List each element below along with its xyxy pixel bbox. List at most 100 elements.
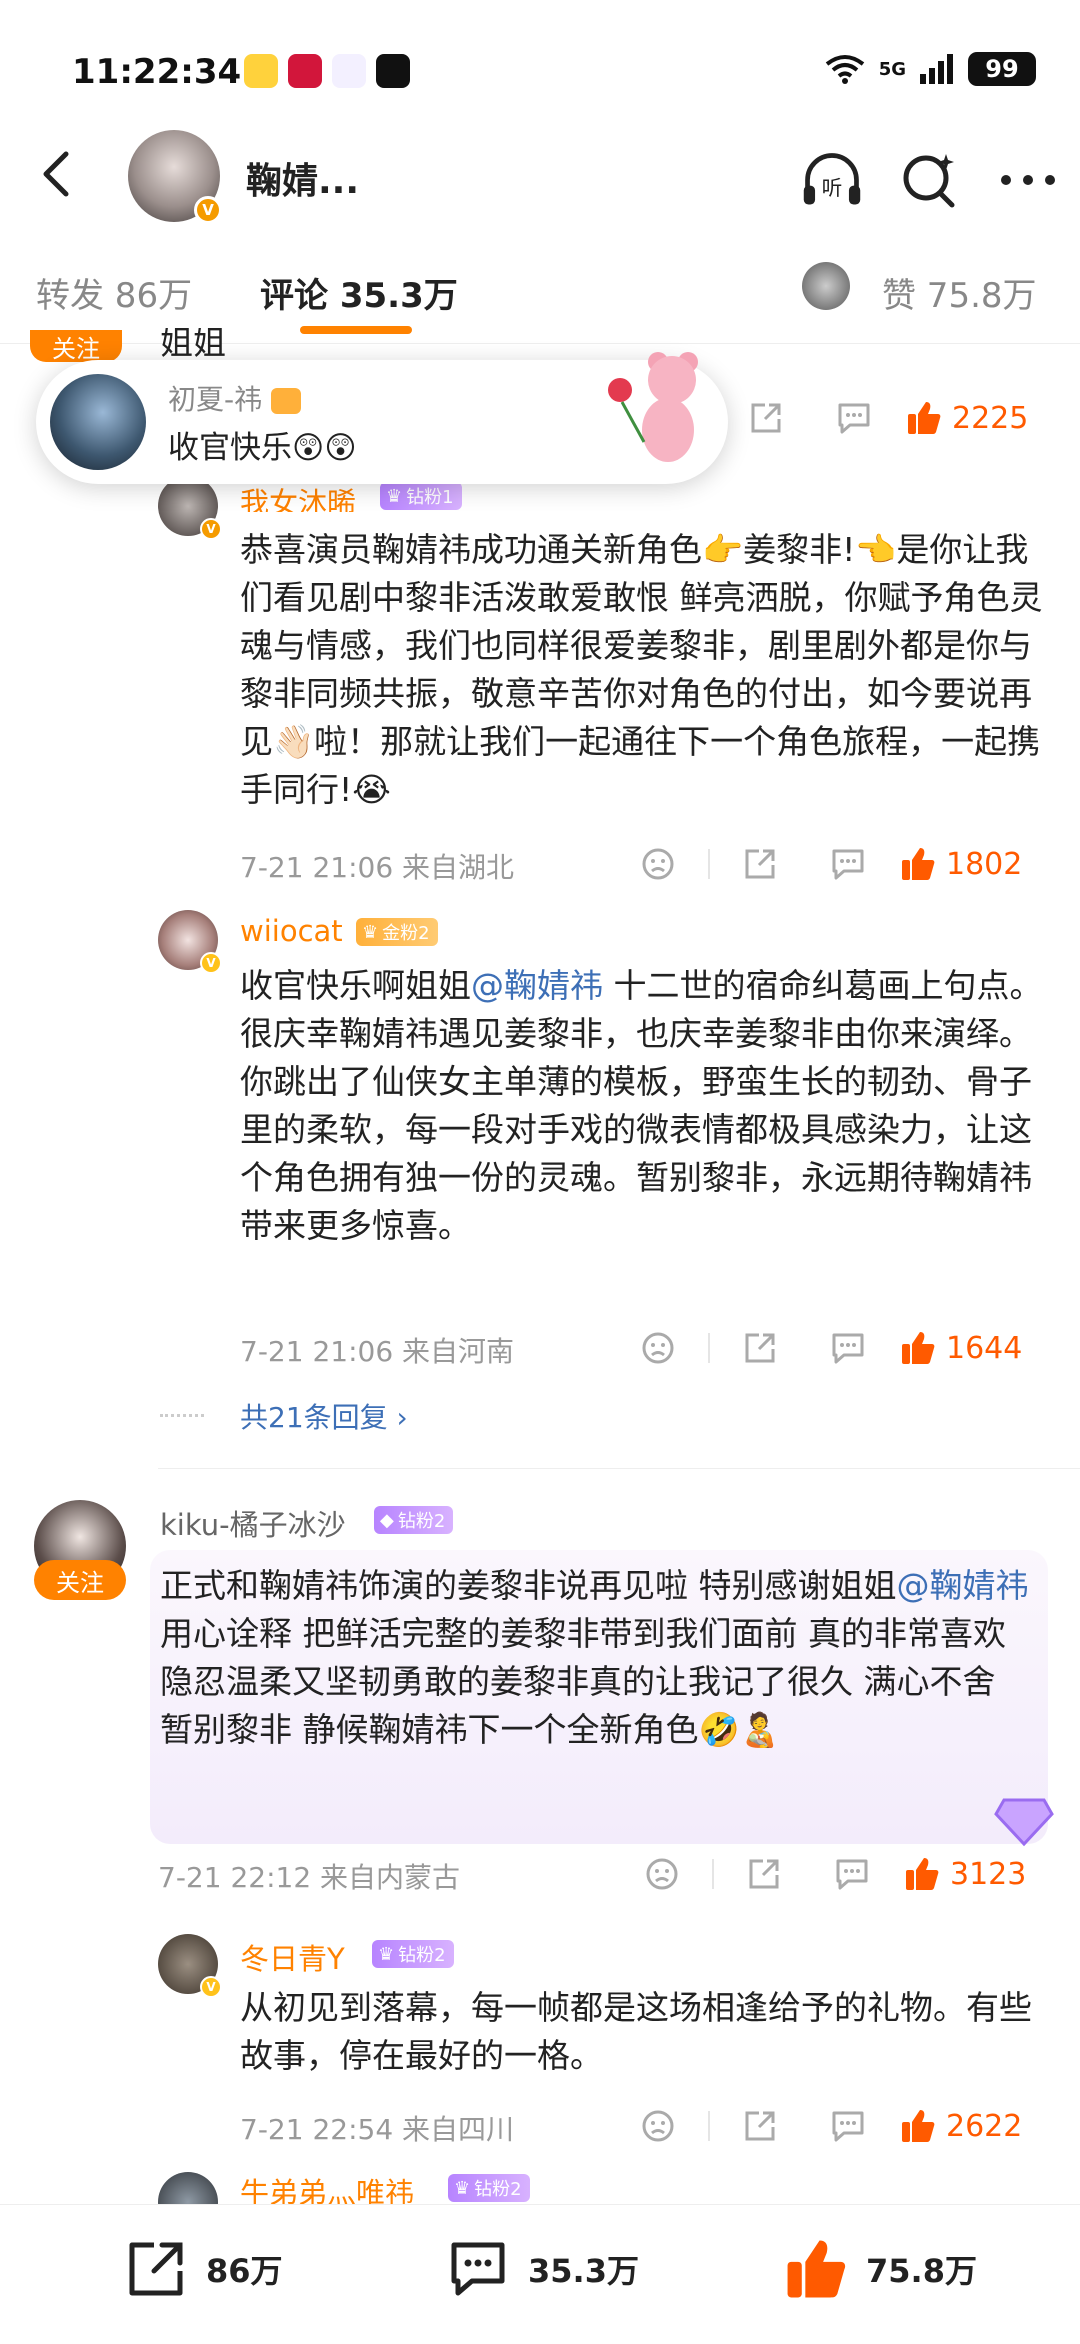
repost-button[interactable]: 86万 [124, 2237, 283, 2301]
pinned-comment-popup[interactable]: 初夏-祎 收官快乐😲😲 [36, 352, 728, 484]
username[interactable]: 我女沐晞 [240, 480, 356, 512]
back-button[interactable] [30, 146, 86, 202]
follow-button[interactable]: 关注 [34, 1560, 126, 1600]
comment-time: 7-21 22:54 [240, 2113, 394, 2146]
comment-location: 来自河南 [402, 1335, 515, 1368]
comment-meta: 7-21 22:54 来自四川 [240, 2108, 514, 2148]
verified-badge-icon: V [200, 1976, 222, 1998]
popup-text: 收官快乐😲😲 [168, 430, 357, 466]
comment-actions: 1802 [614, 840, 1022, 888]
comment-icon [838, 403, 870, 434]
reply-item: 牛弟弟灬唯祎 ♛ 钻粉2 [0, 2168, 1080, 2204]
frown-icon [642, 1332, 674, 1364]
fan-badge-label: 金粉2 [382, 923, 430, 944]
reply-button[interactable] [804, 2102, 892, 2150]
share-icon [749, 1859, 779, 1889]
search-button[interactable] [898, 148, 962, 212]
tab-repost[interactable]: 转发 86万 [36, 268, 192, 317]
repost-count: 86万 [206, 2252, 283, 2290]
tiktok-app-icon [376, 54, 410, 88]
teddy-bear-icon [608, 352, 698, 462]
comment-location: 来自湖北 [402, 851, 515, 884]
status-app-icons [244, 54, 410, 88]
username[interactable]: kiku-橘子冰沙 [160, 1502, 346, 1544]
user-avatar[interactable]: V [158, 476, 222, 540]
reply-button[interactable] [804, 1324, 892, 1372]
fan-badge-label: 钻粉2 [397, 1511, 446, 1532]
username[interactable]: wiiocat [240, 914, 343, 948]
popup-avatar[interactable] [50, 374, 146, 470]
like-button[interactable]: 2225 [906, 400, 1028, 436]
thumbs-up-icon [906, 1858, 939, 1890]
like-button[interactable]: 75.8万 [784, 2237, 977, 2301]
fan-badge: ◆ 钻粉2 [374, 1506, 454, 1534]
svg-text:听: 听 [822, 176, 843, 200]
author-avatar[interactable]: V [128, 130, 222, 224]
thumbs-up-icon [908, 402, 941, 434]
dislike-button[interactable] [618, 1850, 706, 1898]
fan-badge-label: 钻粉2 [474, 2179, 522, 2200]
fan-badge-label: 钻粉1 [406, 487, 454, 508]
share-button[interactable] [722, 394, 810, 442]
popup-username[interactable]: 初夏-祎 [168, 378, 302, 418]
like-button[interactable]: 3123 [904, 1856, 1026, 1892]
comment-location: 来自内蒙古 [320, 1861, 461, 1894]
comment-icon [832, 2111, 864, 2142]
listen-button[interactable]: 听 [800, 148, 864, 212]
follow-button[interactable]: 关注 [30, 330, 122, 362]
search-sparkle-icon [903, 154, 955, 208]
divider [708, 2111, 710, 2141]
comment-icon [832, 849, 864, 880]
share-icon [745, 849, 775, 879]
tab-likes[interactable]: 赞 75.8万 [882, 268, 1037, 317]
reply-button[interactable] [810, 394, 898, 442]
fan-badge-label: 钻粉2 [398, 1945, 446, 1966]
share-button[interactable] [716, 1324, 804, 1372]
dislike-button[interactable] [614, 2102, 702, 2150]
thumbs-up-icon [787, 2240, 846, 2298]
mention-link[interactable]: @鞠婧祎 [897, 1566, 1029, 1605]
comment-icon [832, 1333, 864, 1364]
comment-time: 7-21 22:12 [158, 1861, 312, 1894]
tab-comments[interactable]: 评论 35.3万 [260, 268, 458, 317]
frown-icon [642, 848, 674, 880]
dotted-line [160, 1414, 204, 1417]
more-replies-link[interactable]: 共21条回复 › [240, 1396, 408, 1436]
share-button[interactable] [716, 2102, 804, 2150]
top-nav: V 鞠婧... 听 [0, 130, 1080, 230]
comment-icon [836, 1859, 868, 1890]
comment-text-part: 正式和鞠婧祎饰演的姜黎非说再见啦 特别感谢姐姐 [160, 1566, 897, 1605]
comment-button[interactable]: 35.3万 [446, 2237, 639, 2301]
reply-button[interactable] [804, 840, 892, 888]
game-app-icon [288, 54, 322, 88]
signal-icon [920, 54, 953, 84]
reply-button[interactable] [808, 1850, 896, 1898]
mention-link[interactable]: @鞠婧祎 [471, 966, 603, 1005]
fan-badge: ♛ 金粉2 [356, 918, 438, 946]
username[interactable]: 冬日青Y [240, 1936, 345, 1978]
dislike-button[interactable] [614, 1324, 702, 1372]
diamond-gem-icon [994, 1798, 1054, 1847]
username[interactable]: 牛弟弟灬唯祎 [240, 2170, 414, 2204]
page-title: 鞠婧... [246, 161, 360, 202]
wifi-icon [825, 55, 864, 84]
dislike-button[interactable] [614, 840, 702, 888]
share-button[interactable] [716, 840, 804, 888]
frown-icon [642, 2110, 674, 2142]
fan-badge: ♛ 钻粉2 [372, 1940, 454, 1968]
like-button[interactable]: 1802 [900, 846, 1022, 882]
user-avatar[interactable]: V [158, 910, 222, 974]
comment-actions: 1644 [614, 1324, 1022, 1372]
fan-badge: ♛ 钻粉1 [380, 482, 462, 510]
status-indicators: 5G 99 [825, 52, 1036, 86]
like-button[interactable]: 1644 [900, 1330, 1022, 1366]
comment-actions: 2622 [614, 2102, 1022, 2150]
more-button[interactable] [996, 148, 1060, 212]
thumbs-up-icon [902, 848, 935, 880]
like-button[interactable]: 2622 [900, 2108, 1022, 2144]
liker-avatar[interactable] [802, 262, 850, 310]
share-button[interactable] [720, 1850, 808, 1898]
user-avatar[interactable] [158, 2172, 218, 2204]
user-avatar[interactable]: V [158, 1934, 222, 1998]
partial-comment-text: 姐姐 [160, 328, 226, 362]
